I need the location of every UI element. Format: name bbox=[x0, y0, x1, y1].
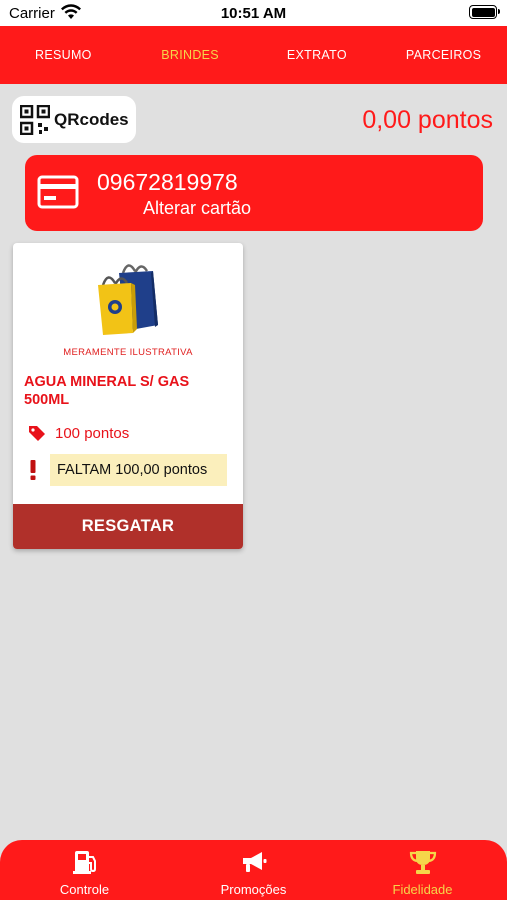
tab-resumo[interactable]: RESUMO bbox=[0, 26, 127, 84]
megaphone-icon bbox=[242, 852, 266, 872]
tab-extrato[interactable]: EXTRATO bbox=[254, 26, 381, 84]
fuel-pump-icon bbox=[72, 851, 96, 874]
trophy-icon bbox=[409, 851, 436, 874]
nav-promocoes[interactable]: Promoções bbox=[169, 840, 338, 900]
nav-promocoes-label: Promoções bbox=[220, 882, 287, 897]
loyalty-card-banner[interactable]: 09672819978 Alterar cartão bbox=[25, 155, 483, 231]
qrcodes-label: QRcodes bbox=[54, 109, 129, 129]
qr-code-icon bbox=[20, 104, 50, 135]
nav-controle[interactable]: Controle bbox=[0, 840, 169, 900]
image-disclaimer: MERAMENTE ILUSTRATIVA bbox=[63, 347, 193, 358]
bottom-tab-bar: Controle Promoções Fidelidade bbox=[0, 840, 507, 900]
qrcodes-button[interactable]: QRcodes bbox=[12, 96, 136, 143]
top-tab-bar: RESUMO BRINDES EXTRATO PARCEIROS bbox=[0, 26, 507, 84]
nav-fidelidade[interactable]: Fidelidade bbox=[338, 840, 507, 900]
reward-name: AGUA MINERAL S/ GAS 500ML bbox=[24, 374, 190, 408]
reward-card: MERAMENTE ILUSTRATIVA AGUA MINERAL S/ GA… bbox=[13, 243, 243, 549]
status-bar: Carrier 10:51 AM bbox=[0, 0, 507, 26]
change-card-link[interactable]: Alterar cartão bbox=[143, 198, 251, 219]
credit-card-icon bbox=[37, 175, 79, 209]
nav-fidelidade-label: Fidelidade bbox=[392, 882, 453, 897]
nav-controle-label: Controle bbox=[59, 882, 110, 897]
exclamation-icon bbox=[30, 460, 36, 480]
shopping-bags-icon bbox=[98, 264, 158, 335]
price-tag-icon bbox=[29, 426, 45, 441]
tab-brindes[interactable]: BRINDES bbox=[127, 26, 254, 84]
clock: 10:51 AM bbox=[220, 5, 287, 22]
reward-cost: 100 pontos bbox=[55, 425, 130, 442]
points-total: 0,00 pontos bbox=[362, 106, 493, 134]
card-number: 09672819978 bbox=[97, 169, 238, 195]
battery-icon bbox=[469, 5, 500, 19]
redeem-button[interactable]: RESGATAR bbox=[13, 504, 243, 549]
tab-parceiros[interactable]: PARCEIROS bbox=[380, 26, 507, 84]
points-missing-notice: FALTAM 100,00 pontos bbox=[50, 454, 227, 486]
